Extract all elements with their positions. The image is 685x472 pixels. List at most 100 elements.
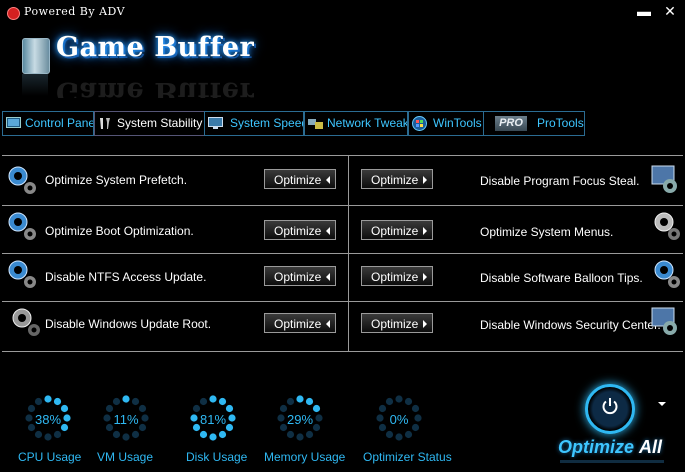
tab-protools[interactable]: PRO ProTools (483, 111, 585, 136)
gauge-segment (53, 397, 62, 406)
close-button[interactable]: ✕ (662, 3, 678, 19)
gear-icon (654, 212, 680, 240)
memory-usage-label: Memory Usage (264, 450, 346, 464)
optimize-button[interactable]: Optimize (361, 220, 433, 240)
windows-settings-icon (651, 307, 677, 335)
gauge-segment (131, 397, 140, 406)
tab-label: ProTools (537, 116, 584, 130)
gauge-segment (385, 397, 394, 406)
gauge-segment (53, 430, 62, 439)
tab-label: System Stability (117, 116, 203, 130)
gauge-segment (122, 433, 130, 441)
memory-usage-meter: 29% (270, 392, 330, 444)
tab-system-stability[interactable]: System Stability (94, 111, 205, 136)
control-panel-icon (6, 117, 21, 128)
optimize-button[interactable]: Optimize (264, 266, 336, 286)
chevron-down-icon[interactable] (658, 402, 666, 406)
monitor-icon (208, 117, 223, 129)
memory-usage-value: 29% (286, 412, 314, 427)
gauge-segment (112, 397, 121, 406)
vm-usage-value: 11% (113, 412, 139, 427)
logo-icon-reflection (22, 74, 48, 96)
gauge-segment (404, 397, 413, 406)
gauge-segment (122, 395, 130, 403)
divider (2, 205, 683, 206)
disk-usage-label: Disk Usage (186, 450, 248, 464)
tweak-label: Disable Windows Update Root. (45, 317, 212, 331)
tab-label: Control Panel (25, 116, 94, 130)
column-divider (348, 155, 349, 352)
vm-usage-label: VM Usage (97, 450, 154, 464)
tab-control-panel[interactable]: Control Panel (2, 111, 94, 136)
gauge-segment (44, 395, 52, 403)
arrow-right-icon (423, 227, 427, 235)
gear-icon (12, 308, 40, 336)
optimize-all-power-button[interactable] (585, 384, 635, 434)
tweak-label: Disable Windows Security Center. (480, 318, 661, 332)
tweak-label: Disable NTFS Access Update. (45, 270, 207, 284)
gauge-segment (395, 433, 403, 441)
optimizer-status-meter: 0% (369, 392, 429, 444)
tab-system-speed[interactable]: System Speed (204, 111, 304, 136)
gauge-segment (209, 395, 217, 403)
gauge-segment (218, 430, 227, 439)
gear-icon (8, 260, 36, 288)
tab-wintools[interactable]: WinTools (408, 111, 484, 136)
gauge-segment (131, 430, 140, 439)
minimize-button[interactable]: ▬ (636, 3, 652, 19)
tweak-label: Optimize System Prefetch. (45, 173, 188, 187)
divider (2, 155, 683, 156)
divider (2, 351, 683, 352)
arrow-left-icon (326, 320, 330, 328)
optimizer-status-label: Optimizer Status (363, 450, 452, 464)
title-bar: Powered By ADV ▬ ✕ (0, 0, 685, 26)
gauge-segment (296, 395, 304, 403)
app-icon (7, 7, 20, 20)
arrow-left-icon (326, 273, 330, 281)
gauge-segment (305, 430, 314, 439)
gauge-segment (34, 430, 43, 439)
gear-icon (8, 212, 36, 240)
arrow-right-icon (423, 176, 427, 184)
power-icon (602, 398, 618, 415)
gauge-segment (199, 430, 208, 439)
gauge-segment (296, 433, 304, 441)
optimize-button[interactable]: Optimize (264, 313, 336, 333)
gauge-segment (209, 433, 217, 441)
windows-settings-icon (651, 165, 677, 193)
optimize-button[interactable]: Optimize (264, 220, 336, 240)
cpu-usage-label: CPU Usage (18, 450, 82, 464)
powered-by-label: Powered By ADV (24, 5, 126, 18)
optimize-button[interactable]: Optimize (361, 266, 433, 286)
gauge-segment (404, 430, 413, 439)
gauge-segment (34, 397, 43, 406)
arrow-right-icon (423, 273, 427, 281)
tweak-label: Optimize System Menus. (480, 225, 614, 239)
gauge-segment (44, 433, 52, 441)
tweak-label: Optimize Boot Optimization. (45, 224, 194, 238)
optimize-button[interactable]: Optimize (361, 169, 433, 189)
optimize-button[interactable]: Optimize (361, 313, 433, 333)
app-title-reflection: Game Buffer (56, 80, 255, 98)
gauge-segment (112, 430, 121, 439)
arrow-left-icon (326, 176, 330, 184)
gear-icon (8, 166, 36, 194)
gauge-segment (286, 430, 295, 439)
optimize-button[interactable]: Optimize (264, 169, 336, 189)
tab-label: Network Tweak (327, 116, 408, 130)
tweak-label: Disable Program Focus Steal. (480, 174, 640, 188)
game-buffer-logo-icon (22, 38, 50, 74)
optimize-all-label[interactable]: Optimize All (558, 437, 662, 458)
gauge-segment (385, 430, 394, 439)
app-title: Game Buffer (56, 32, 255, 63)
divider (2, 253, 683, 254)
gauge-segment (286, 397, 295, 406)
tab-label: WinTools (433, 116, 482, 130)
cpu-usage-meter: 38% (18, 392, 78, 444)
optimizer-status-value: 0% (389, 412, 409, 427)
divider (2, 301, 683, 302)
tab-network-tweak[interactable]: Network Tweak (304, 111, 408, 136)
vm-usage-meter: 11% (96, 392, 156, 444)
windows-icon (412, 116, 427, 131)
network-icon (308, 119, 323, 129)
